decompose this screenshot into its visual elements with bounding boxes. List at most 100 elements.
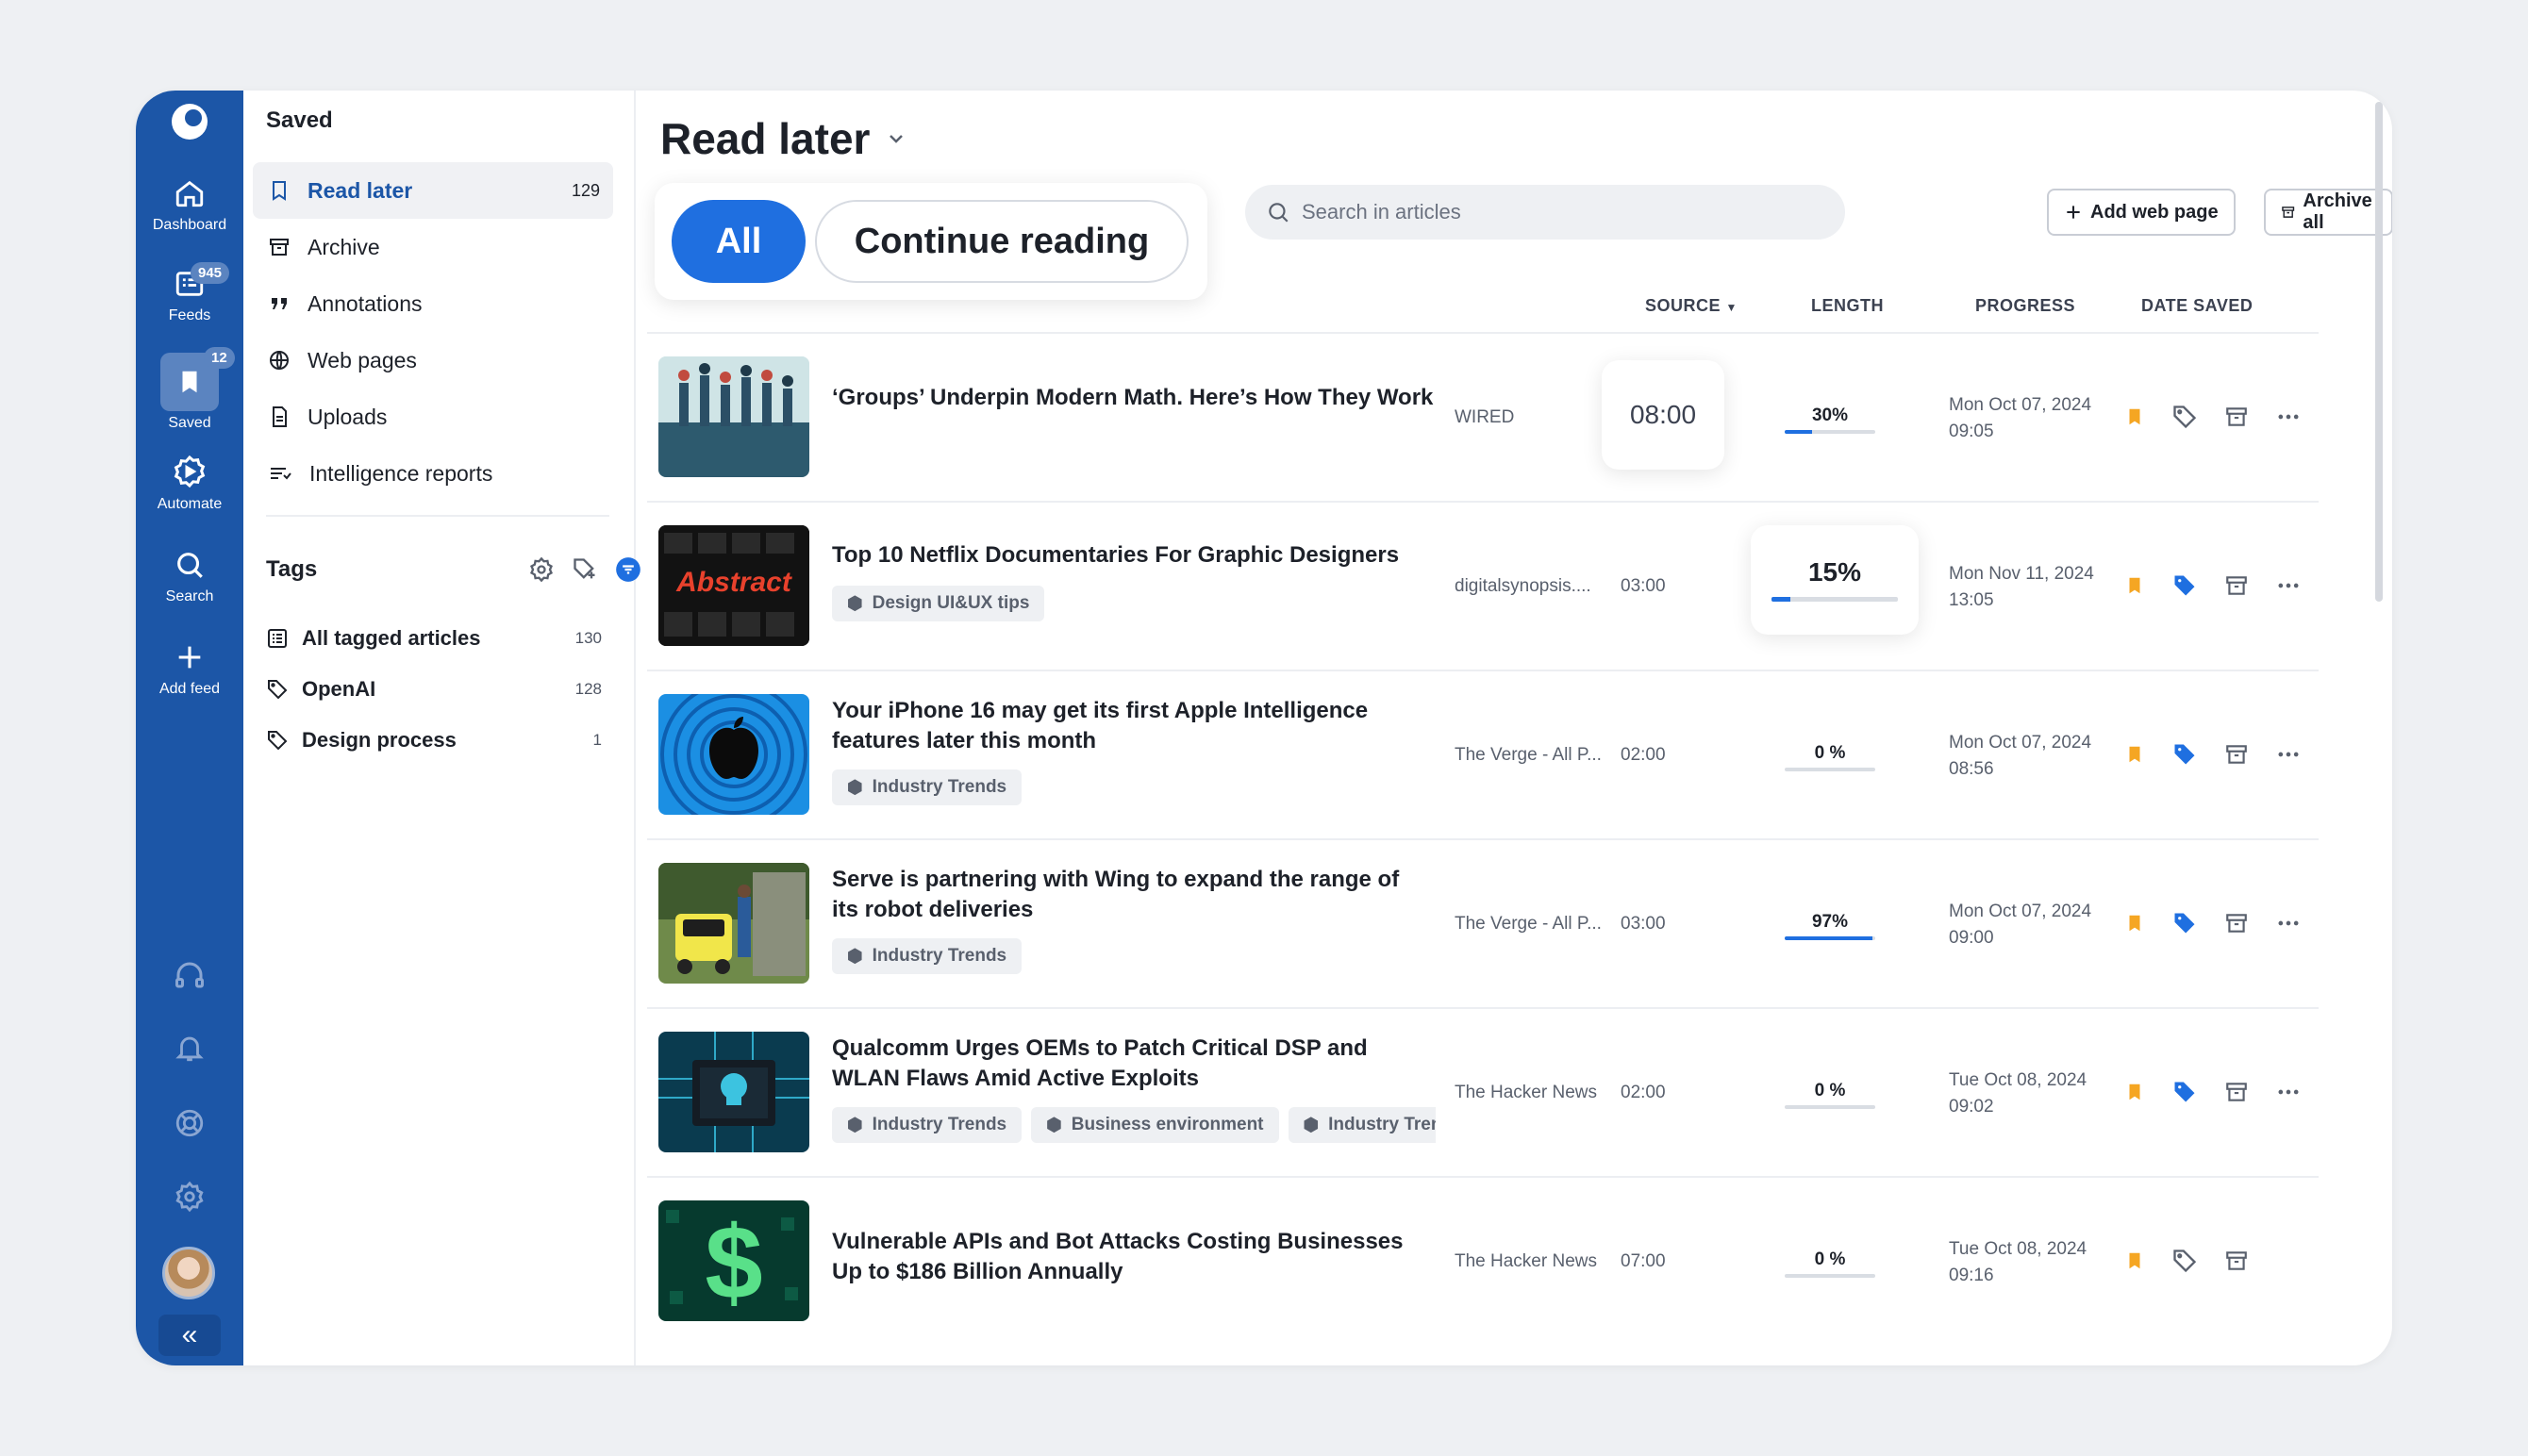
tags-toolbar	[528, 556, 641, 583]
article-row[interactable]: ‘Groups’ Underpin Modern Math. Here’s Ho…	[647, 332, 2319, 501]
nav-item-annotations[interactable]: Annotations	[253, 275, 613, 332]
bookmark-icon[interactable]	[2124, 1080, 2145, 1104]
tag-chip-label: Industry Trends	[872, 946, 1007, 966]
article-title[interactable]: Qualcomm Urges OEMs to Patch Critical DS…	[832, 1034, 1436, 1094]
progress-value: 15%	[1807, 557, 1862, 587]
more-icon[interactable]	[2275, 572, 2302, 599]
article-title[interactable]: Your iPhone 16 may get its first Apple I…	[832, 696, 1436, 756]
nav-label: Annotations	[308, 290, 423, 316]
bookmark-icon[interactable]	[2124, 742, 2145, 767]
progress-indicator: 0 %	[1785, 743, 1875, 771]
nav-item-uploads[interactable]: Uploads	[253, 389, 613, 445]
quote-icon	[272, 298, 287, 309]
page-title[interactable]: Read later	[660, 113, 907, 164]
filter-all-button[interactable]: All	[672, 200, 806, 283]
nav-item-web-pages[interactable]: Web pages	[253, 332, 613, 389]
collapse-sidebar-button[interactable]: «	[158, 1315, 221, 1356]
bookmark-icon[interactable]	[2124, 405, 2145, 429]
tag-icon	[268, 680, 288, 700]
more-icon[interactable]	[2275, 741, 2302, 768]
nav-item-intelligence-reports[interactable]: Intelligence reports	[253, 445, 613, 502]
bookmark-icon[interactable]	[2124, 573, 2145, 598]
column-date-saved[interactable]: DATE SAVED	[2141, 296, 2253, 316]
tag-chip-label: Industry Trends	[872, 1115, 1007, 1134]
article-tags: ⬢ Industry Trends	[832, 769, 1436, 805]
add-tag-icon[interactable]	[572, 556, 598, 583]
app-logo[interactable]	[172, 104, 208, 140]
date-text: Mon Oct 07, 2024	[1949, 902, 2092, 921]
archive-icon[interactable]	[2224, 405, 2249, 429]
tag-filled-icon[interactable]	[2171, 910, 2198, 936]
tag-chip[interactable]: ⬢ Design UI&UX tips	[832, 586, 1045, 621]
rail-saved[interactable]: 12 Saved	[136, 347, 243, 432]
settings-button[interactable]	[136, 1181, 243, 1217]
article-row[interactable]: $ Vulnerable APIs and Bot Attacks Costin…	[647, 1176, 2319, 1345]
article-thumbnail: $	[658, 1200, 809, 1321]
rail-automate[interactable]: Automate	[136, 455, 243, 513]
title-line: WLAN Flaws Amid Active Exploits	[832, 1066, 1199, 1091]
article-title[interactable]: Vulnerable APIs and Bot Attacks Costing …	[832, 1227, 1436, 1287]
archive-icon[interactable]	[2224, 573, 2249, 598]
notifications-button[interactable]	[136, 1032, 243, 1068]
tag-settings-icon[interactable]	[528, 556, 555, 583]
column-source[interactable]: SOURCE ▼	[1645, 296, 1738, 316]
article-row[interactable]: Serve is partnering with Wing to expand …	[647, 838, 2319, 1007]
archive-icon	[2282, 207, 2295, 218]
rail-search[interactable]: Search	[136, 549, 243, 605]
column-progress[interactable]: PROGRESS	[1975, 296, 2075, 316]
rail-dashboard[interactable]: Dashboard	[136, 177, 243, 234]
article-title[interactable]: Serve is partnering with Wing to expand …	[832, 865, 1436, 925]
nav-item-read-later[interactable]: Read later 129	[253, 162, 613, 219]
column-length[interactable]: LENGTH	[1811, 296, 1884, 316]
archive-icon[interactable]	[2224, 911, 2249, 935]
tag-item-openai[interactable]: OpenAI 128	[266, 664, 613, 715]
nav-label: Intelligence reports	[309, 460, 493, 486]
add-web-page-button[interactable]: Add web page	[2047, 189, 2236, 236]
tag-filled-icon[interactable]	[2171, 1079, 2198, 1105]
headphones-button[interactable]	[136, 958, 243, 997]
user-avatar[interactable]	[162, 1247, 215, 1299]
bookmark-icon[interactable]	[2124, 1249, 2145, 1273]
tag-item-design-process[interactable]: Design process 1	[266, 715, 613, 766]
rail-add-feed[interactable]: Add feed	[136, 641, 243, 698]
archive-all-button[interactable]: Archive all	[2264, 189, 2392, 236]
tag-icon[interactable]	[2171, 1248, 2198, 1274]
rail-feeds[interactable]: 945 Feeds	[136, 262, 243, 324]
tag-icon[interactable]	[2171, 404, 2198, 430]
tag-chip[interactable]: ⬢ Industry Trends	[832, 769, 1023, 805]
date-text: Mon Oct 07, 2024	[1949, 395, 2092, 415]
tag-chip[interactable]: ⬢ Industry Trends	[832, 938, 1023, 974]
tag-chip[interactable]: ⬢ Industry Trends	[1288, 1107, 1436, 1143]
search-input[interactable]	[1302, 200, 1811, 224]
more-icon[interactable]	[2275, 1079, 2302, 1105]
archive-icon[interactable]	[2224, 1249, 2249, 1273]
more-icon[interactable]	[2275, 910, 2302, 936]
globe-icon	[270, 351, 289, 370]
more-icon[interactable]	[2275, 404, 2302, 430]
scrollbar[interactable]	[2375, 102, 2383, 602]
tag-item-all-tagged[interactable]: All tagged articles 130	[266, 613, 613, 664]
tag-filled-icon[interactable]	[2171, 741, 2198, 768]
article-source: WIRED	[1455, 407, 1515, 427]
article-row[interactable]: Abstract Top 10 Netflix Documentaries Fo…	[647, 501, 2319, 670]
article-row[interactable]: Your iPhone 16 may get its first Apple I…	[647, 670, 2319, 838]
bookmark-icon[interactable]	[2124, 911, 2145, 935]
article-search[interactable]	[1245, 185, 1845, 240]
tag-chip[interactable]: ⬢ Industry Trends	[832, 1107, 1023, 1143]
tag-chip[interactable]: ⬢ Business environment	[1031, 1107, 1279, 1143]
reading-filter-segment: All Continue reading	[655, 183, 1207, 300]
article-list: ‘Groups’ Underpin Modern Math. Here’s Ho…	[647, 332, 2319, 1345]
article-thumbnail	[658, 863, 809, 984]
tag-filled-icon[interactable]	[2171, 572, 2198, 599]
filter-continue-reading-button[interactable]: Continue reading	[815, 200, 1189, 283]
article-row[interactable]: Qualcomm Urges OEMs to Patch Critical DS…	[647, 1007, 2319, 1176]
article-title[interactable]: Top 10 Netflix Documentaries For Graphic…	[832, 540, 1436, 571]
tag-chip-icon: ⬢	[847, 593, 863, 614]
archive-icon[interactable]	[2224, 742, 2249, 767]
nav-label: Archive	[308, 234, 380, 259]
help-button[interactable]	[136, 1107, 243, 1144]
article-title[interactable]: ‘Groups’ Underpin Modern Math. Here’s Ho…	[832, 383, 1436, 413]
add-web-page-label: Add web page	[2090, 201, 2219, 223]
nav-item-archive[interactable]: Archive	[253, 219, 613, 275]
archive-icon[interactable]	[2224, 1080, 2249, 1104]
